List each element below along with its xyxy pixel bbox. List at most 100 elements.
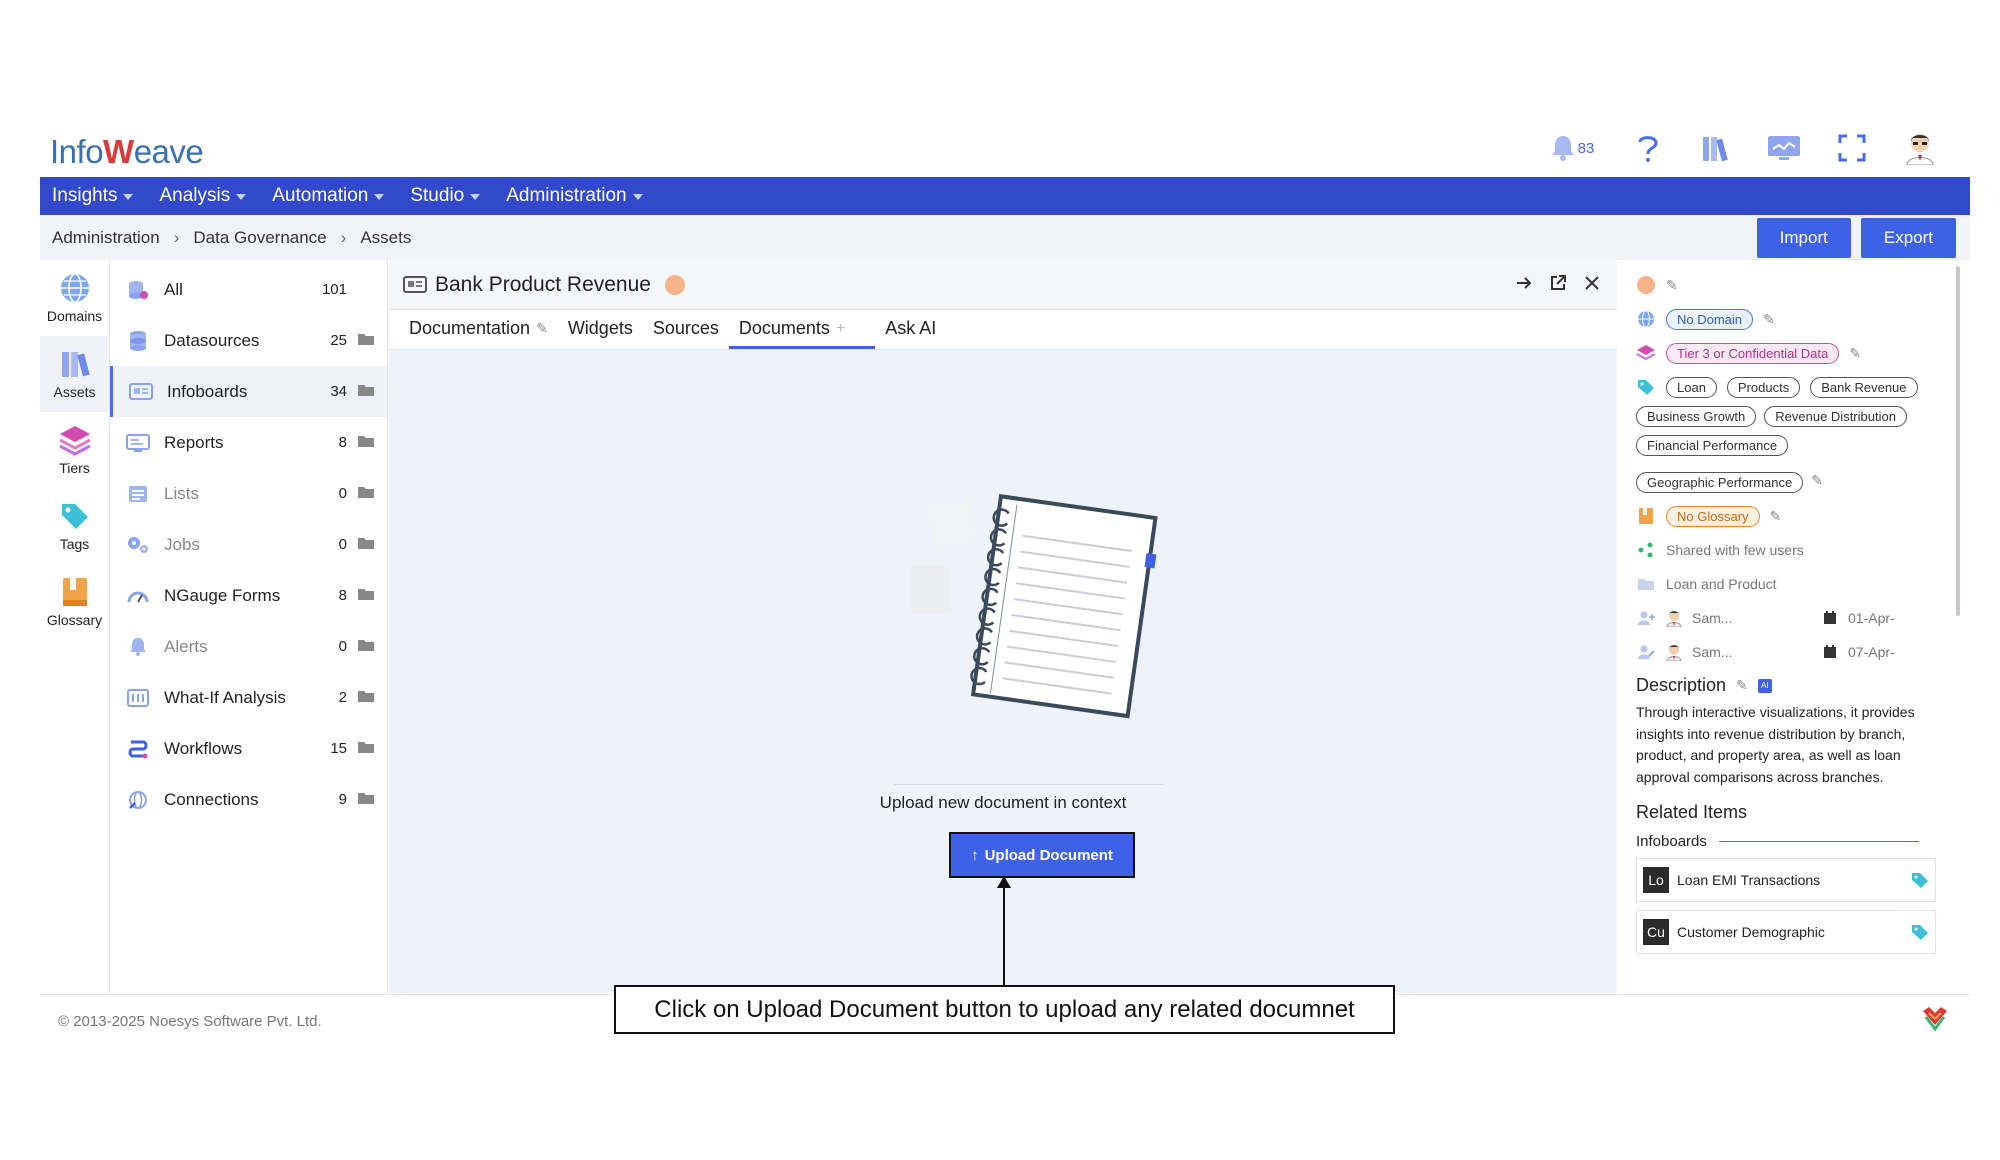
asset-count: 9 <box>338 791 347 808</box>
asset-label: Infoboards <box>167 381 248 401</box>
menu-insights[interactable]: Insights <box>52 185 134 207</box>
tag-chip[interactable]: Products <box>1726 376 1801 398</box>
folder-icon[interactable] <box>357 484 377 504</box>
asset-count: 0 <box>338 536 347 553</box>
folder-icon[interactable] <box>357 433 377 453</box>
tag-chip[interactable]: Bank Revenue <box>1810 376 1918 398</box>
menu-studio[interactable]: Studio <box>410 185 481 207</box>
menu-administration[interactable]: Administration <box>506 185 643 207</box>
related-item[interactable]: Cu Customer Demographic <box>1636 910 1936 954</box>
pencil-icon[interactable]: ✎ <box>1770 508 1782 525</box>
divider <box>894 784 1164 785</box>
rail-label: Assets <box>53 384 96 400</box>
plus-icon[interactable]: + <box>836 320 845 338</box>
rail-tiers[interactable]: Tiers <box>40 412 109 488</box>
ai-icon[interactable]: AI <box>1757 678 1772 693</box>
asset-lists[interactable]: Lists 0 <box>110 468 387 519</box>
folder-icon[interactable] <box>357 637 377 657</box>
tab-documentation[interactable]: Documentation ✎ <box>399 318 558 349</box>
tab-sources[interactable]: Sources <box>643 318 729 349</box>
modified-by: Sam... <box>1692 644 1733 660</box>
upload-document-button[interactable]: ↑ Upload Document <box>949 832 1135 878</box>
related-item[interactable]: Lo Loan EMI Transactions <box>1636 858 1936 902</box>
monitor-button[interactable] <box>1764 128 1804 168</box>
asset-jobs[interactable]: Jobs 0 <box>110 519 387 570</box>
asset-infoboards[interactable]: Infoboards 34 <box>110 366 387 417</box>
rail-domains[interactable]: Domains <box>40 260 109 336</box>
pencil-icon[interactable]: ✎ <box>1666 277 1678 294</box>
folder-icon[interactable] <box>357 586 377 606</box>
menu-analysis[interactable]: Analysis <box>159 185 247 207</box>
properties-panel: ✎ No Domain ✎ Tier 3 or Confidential Dat… <box>1620 260 1960 993</box>
tag-chip[interactable]: Revenue Distribution <box>1764 406 1907 427</box>
folder-icon[interactable] <box>357 382 377 402</box>
arrow-right-icon[interactable] <box>1515 274 1533 292</box>
tier-chip[interactable]: Tier 3 or Confidential Data <box>1666 342 1840 364</box>
glossary-row: No Glossary ✎ <box>1636 505 1960 527</box>
folder-icon[interactable] <box>357 331 377 351</box>
tab-ask-ai[interactable]: Ask AI <box>875 318 946 349</box>
share-icon <box>1636 540 1656 560</box>
breadcrumb-administration[interactable]: Administration <box>52 228 160 248</box>
close-icon[interactable] <box>1583 274 1601 292</box>
asset-count: 0 <box>338 485 347 502</box>
sharing-text[interactable]: Shared with few users <box>1666 542 1804 558</box>
database-icon <box>124 279 152 301</box>
pencil-icon[interactable]: ✎ <box>1811 472 1823 493</box>
folder-icon[interactable] <box>357 739 377 759</box>
tag-chip[interactable]: Financial Performance <box>1636 435 1789 456</box>
rail-tags[interactable]: Tags <box>40 488 109 564</box>
copyright-text: © 2013-2025 Noesys Software Pvt. Ltd. <box>58 1013 322 1030</box>
breadcrumb-data-governance[interactable]: Data Governance <box>193 228 326 248</box>
folder-icon[interactable] <box>357 790 377 810</box>
pencil-icon[interactable]: ✎ <box>1849 345 1861 362</box>
domain-chip[interactable]: No Domain <box>1666 308 1754 330</box>
asset-ngauge-forms[interactable]: NGauge Forms 8 <box>110 570 387 621</box>
empty-state-text: Upload new document in context <box>879 793 1127 812</box>
asset-all[interactable]: All 101 <box>110 264 387 315</box>
tab-widgets[interactable]: Widgets <box>558 318 643 349</box>
tag-icon <box>61 504 88 529</box>
related-item-label: Loan EMI Transactions <box>1677 872 1821 888</box>
tag-chip[interactable]: Loan <box>1666 376 1717 398</box>
calculator-icon <box>124 687 152 709</box>
notifications-button[interactable]: 83 <box>1544 128 1600 168</box>
folder-icon[interactable] <box>357 535 377 555</box>
folder-icon[interactable] <box>357 688 377 708</box>
related-subheader-label: Infoboards <box>1636 833 1707 850</box>
upload-label: Upload Document <box>984 846 1113 864</box>
rail-glossary[interactable]: Glossary <box>40 564 109 640</box>
glossary-chip[interactable]: No Glossary <box>1666 505 1760 527</box>
asset-alerts[interactable]: Alerts 0 <box>110 621 387 672</box>
asset-datasources[interactable]: Datasources 25 <box>110 315 387 366</box>
help-icon <box>1638 136 1658 162</box>
scrollbar[interactable] <box>1956 266 1960 616</box>
tag-chip[interactable]: Business Growth <box>1636 406 1757 427</box>
user-avatar[interactable] <box>1900 128 1940 168</box>
infoboard-icon <box>403 275 427 293</box>
menu-automation[interactable]: Automation <box>272 185 385 207</box>
fullscreen-button[interactable] <box>1832 128 1872 168</box>
library-button[interactable] <box>1696 128 1736 168</box>
list-icon <box>124 483 152 505</box>
pencil-icon[interactable]: ✎ <box>1736 677 1748 694</box>
pencil-icon[interactable]: ✎ <box>1763 311 1775 328</box>
infoveave-logo[interactable]: Info W eave <box>50 128 204 176</box>
chevron-down-icon <box>632 194 643 200</box>
avatar-icon <box>1906 134 1934 165</box>
rail-assets[interactable]: Assets <box>40 336 109 412</box>
open-external-icon[interactable] <box>1549 274 1567 292</box>
export-button[interactable]: Export <box>1860 218 1956 258</box>
asset-reports[interactable]: Reports 8 <box>110 417 387 468</box>
user-edit-icon <box>1636 642 1656 662</box>
asset-workflows[interactable]: Workflows 15 <box>110 723 387 774</box>
tab-documents[interactable]: Documents + <box>728 318 876 349</box>
infoboard-icon <box>127 381 155 403</box>
import-button[interactable]: Import <box>1756 218 1851 258</box>
tag-chip[interactable]: Geographic Performance <box>1636 472 1804 493</box>
asset-label: Jobs <box>164 534 200 554</box>
asset-what-if-analysis[interactable]: What-If Analysis 2 <box>110 672 387 723</box>
asset-connections[interactable]: Connections 9 <box>110 774 387 825</box>
tier-row: Tier 3 or Confidential Data ✎ <box>1636 342 1960 364</box>
help-button[interactable] <box>1628 128 1668 168</box>
